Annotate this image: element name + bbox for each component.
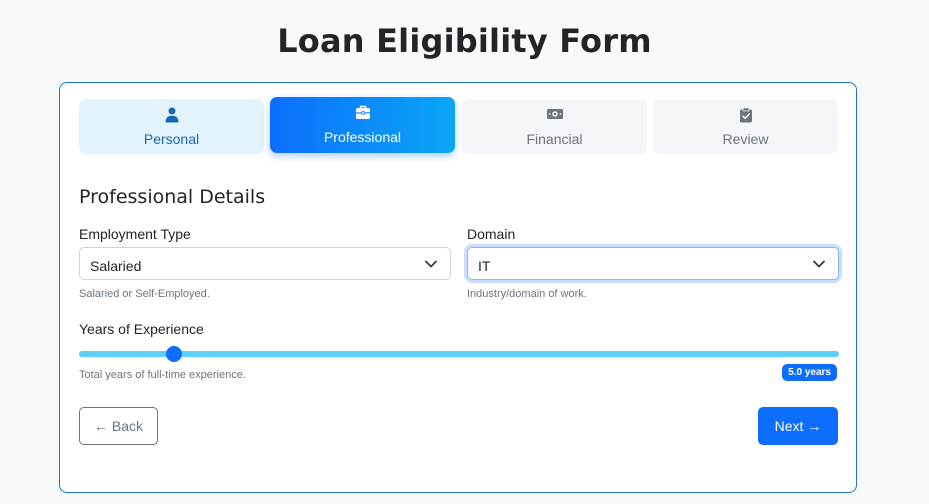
domain-select[interactable]: IT — [467, 247, 839, 280]
slider-thumb[interactable] — [166, 346, 182, 362]
chevron-down-icon — [424, 257, 438, 271]
domain-help: Industry/domain of work. — [467, 288, 587, 300]
back-button[interactable]: ← Back — [79, 407, 158, 445]
person-icon — [79, 107, 264, 123]
chevron-down-icon — [812, 257, 826, 271]
experience-slider[interactable] — [79, 346, 839, 362]
next-button[interactable]: Next → — [758, 407, 838, 445]
step-label: Review — [722, 131, 769, 147]
step-personal[interactable]: Personal — [79, 99, 264, 154]
step-review[interactable]: Review — [653, 99, 838, 154]
employment-type-select[interactable]: Salaried — [79, 247, 451, 280]
step-label: Financial — [526, 131, 583, 147]
step-label: Personal — [143, 131, 200, 147]
experience-label: Years of Experience — [79, 321, 204, 337]
experience-value-badge: 5.0 years — [782, 364, 837, 381]
domain-label: Domain — [467, 226, 516, 242]
clipboard-check-icon — [653, 107, 838, 123]
step-financial[interactable]: Financial — [462, 99, 647, 154]
section-title: Professional Details — [79, 186, 266, 208]
step-professional[interactable]: Professional — [270, 97, 455, 153]
briefcase-icon — [270, 105, 455, 121]
experience-help: Total years of full-time experience. — [79, 369, 246, 381]
form-card: Personal Professional Financial Review P… — [59, 82, 857, 493]
employment-type-help: Salaried or Self-Employed. — [79, 288, 210, 300]
employment-type-value: Salaried — [90, 258, 142, 274]
money-icon — [462, 107, 647, 123]
page-title: Loan Eligibility Form — [277, 22, 652, 60]
step-label: Professional — [323, 129, 402, 145]
employment-type-label: Employment Type — [79, 226, 191, 242]
domain-value: IT — [478, 258, 491, 274]
